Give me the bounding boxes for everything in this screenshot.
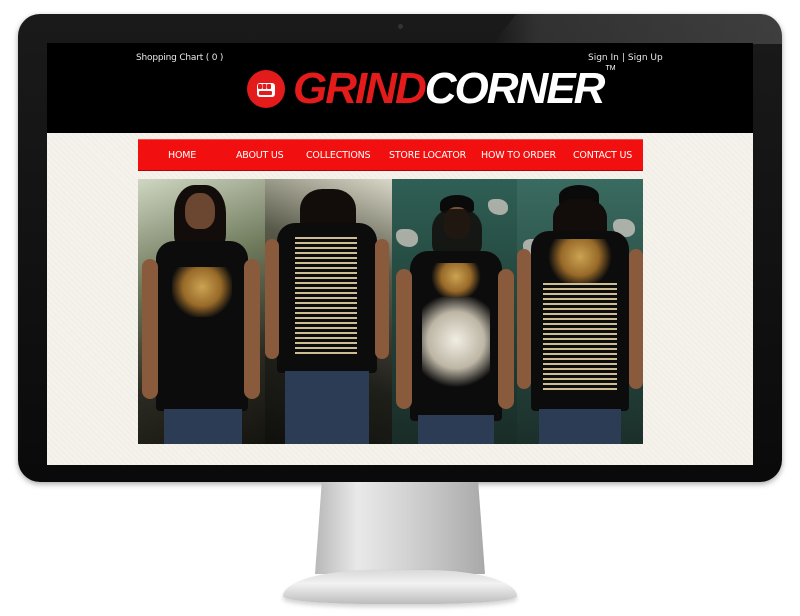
nav-about-us[interactable]: ABOUT US (236, 150, 284, 161)
hero-photo-2 (265, 179, 392, 444)
main-nav: HOME ABOUT US COLLECTIONS STORE LOCATOR … (138, 139, 643, 171)
bezel-glare (493, 14, 782, 44)
nav-collections[interactable]: COLLECTIONS (306, 150, 371, 161)
nav-store-locator[interactable]: STORE LOCATOR (389, 150, 466, 161)
browser-screen: Shopping Chart ( 0 ) Sign In | Sign Up GRI… (47, 43, 753, 465)
hero-photo-3 (392, 179, 517, 444)
logo-corner: CORNER (424, 64, 606, 113)
monitor-frame: Shopping Chart ( 0 ) Sign In | Sign Up GRI… (18, 14, 782, 482)
hero-photo-1 (138, 179, 265, 444)
nav-home[interactable]: HOME (168, 150, 196, 161)
shopping-cart-link[interactable]: Shopping Chart ( 0 ) (136, 53, 223, 63)
auth-separator: | (621, 53, 625, 63)
monitor-stand-base (283, 570, 517, 604)
hero-banner-image[interactable] (138, 179, 643, 444)
fist-logo-icon (247, 70, 285, 108)
monitor-stand-neck (315, 482, 485, 574)
sign-up-link[interactable]: Sign Up (628, 53, 663, 63)
fist-icon (257, 83, 275, 97)
logo-trademark: TM (605, 65, 616, 72)
logo-wordmark: GRINDCORNER (293, 64, 606, 113)
logo-grind: GRIND (293, 64, 427, 113)
hero-photo-4 (517, 179, 643, 444)
nav-contact-us[interactable]: CONTACT US (573, 150, 632, 161)
page-body: HOME ABOUT US COLLECTIONS STORE LOCATOR … (47, 133, 753, 465)
webcam-icon (398, 24, 403, 29)
site-header: Shopping Chart ( 0 ) Sign In | Sign Up GRI… (47, 43, 753, 133)
nav-how-to-order[interactable]: HOW TO ORDER (481, 150, 556, 161)
site-logo[interactable]: GRINDCORNER TM (247, 61, 616, 117)
